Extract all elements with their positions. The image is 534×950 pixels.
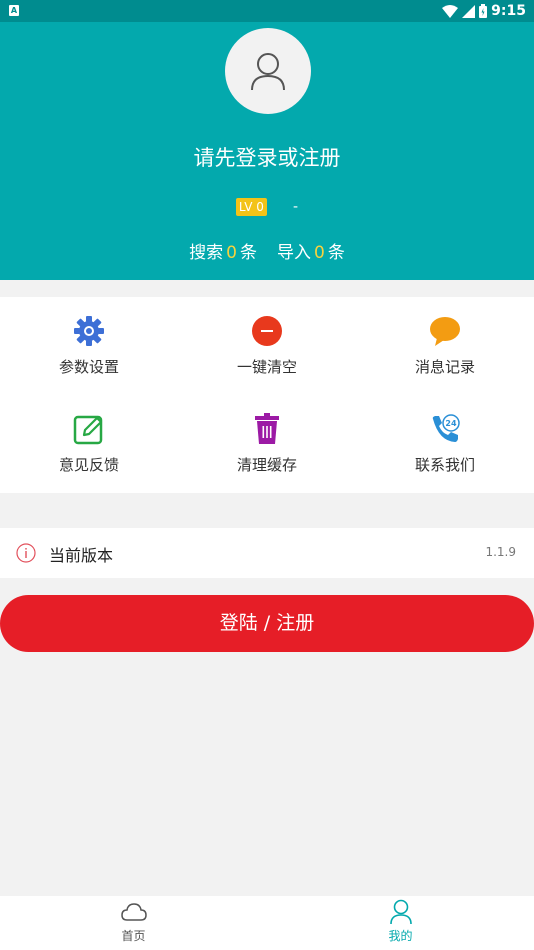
nav-home[interactable]: 首页 [0, 896, 267, 950]
person-icon [251, 53, 285, 91]
battery-icon [479, 4, 488, 18]
level-row: LV 0 - [0, 198, 534, 216]
message-history-label: 消息记录 [414, 358, 475, 376]
clear-all-button[interactable]: 一键清空 [178, 297, 356, 395]
function-grid: 参数设置 一键清空 消息记录 意见反馈 清理缓存 24 联系我们 [0, 297, 534, 493]
settings-button[interactable]: 参数设置 [0, 297, 178, 395]
contact-us-button[interactable]: 24 联系我们 [356, 395, 534, 493]
login-register-button[interactable]: 登陆 / 注册 [0, 595, 534, 652]
notification-icon: A [9, 5, 19, 16]
settings-label: 参数设置 [58, 358, 119, 376]
phone-24-icon: 24 [429, 413, 461, 445]
import-stat-count: 0 [314, 243, 325, 263]
search-stat-unit: 条 [240, 243, 257, 263]
status-indicators: 9:15 [442, 2, 526, 20]
version-value: 1.1.9 [485, 545, 516, 559]
level-badge: LV 0 [235, 198, 267, 216]
person-icon [388, 899, 414, 925]
feedback-label: 意见反馈 [58, 456, 119, 474]
level-name: - [293, 199, 299, 215]
stats-row: 搜索 0 条导入 0 条 [0, 238, 534, 263]
info-icon [16, 543, 36, 563]
status-time: 9:15 [491, 3, 526, 19]
version-row[interactable]: 当前版本 1.1.9 [0, 528, 534, 578]
signal-icon [462, 4, 476, 18]
cloud-icon [120, 899, 147, 925]
bottom-nav: 首页 我的 [0, 896, 534, 950]
search-stat-label: 搜索 [189, 243, 224, 263]
login-prompt[interactable]: 请先登录或注册 [0, 142, 534, 172]
version-label: 当前版本 [49, 546, 114, 565]
clear-cache-button[interactable]: 清理缓存 [178, 395, 356, 493]
nav-home-label: 首页 [121, 929, 146, 943]
feedback-button[interactable]: 意见反馈 [0, 395, 178, 493]
clear-cache-label: 清理缓存 [236, 456, 297, 474]
import-stat-label: 导入 [277, 243, 311, 263]
clear-all-label: 一键清空 [236, 358, 297, 376]
contact-us-label: 联系我们 [414, 456, 475, 474]
avatar[interactable] [225, 28, 311, 114]
status-bar: A 9:15 [0, 0, 534, 22]
nav-mine[interactable]: 我的 [267, 896, 534, 950]
message-history-button[interactable]: 消息记录 [356, 297, 534, 395]
gear-icon [73, 315, 105, 347]
nav-mine-label: 我的 [388, 929, 413, 943]
clear-icon [251, 315, 283, 347]
trash-icon [251, 413, 283, 445]
import-stat-unit: 条 [327, 243, 345, 263]
message-icon [429, 315, 461, 347]
edit-icon [73, 413, 105, 445]
search-stat-count: 0 [226, 243, 237, 263]
profile-header: 请先登录或注册 LV 0 - 搜索 0 条导入 0 条 [0, 22, 534, 280]
wifi-icon [442, 4, 459, 18]
svg-text:24: 24 [445, 419, 457, 428]
